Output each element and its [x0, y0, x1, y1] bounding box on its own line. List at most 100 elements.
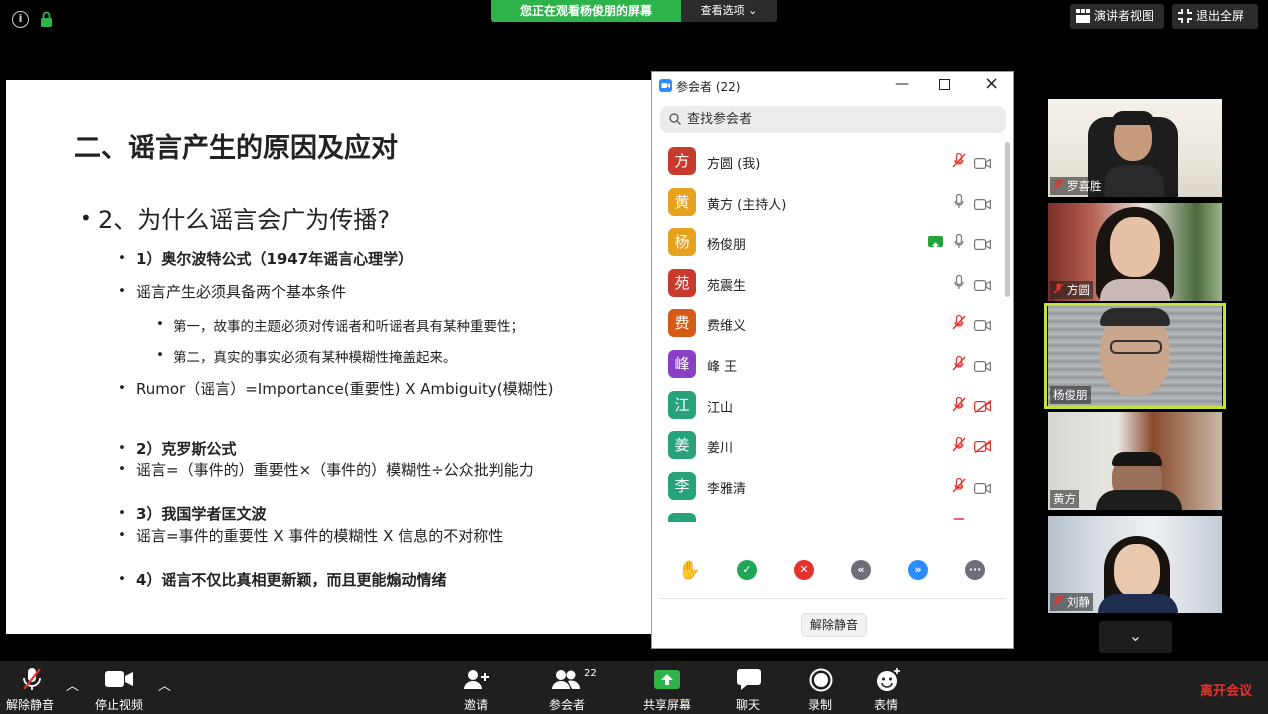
person-hair	[1112, 452, 1162, 466]
participant-name: 苑震生	[707, 278, 747, 294]
tile-name: 罗喜胜	[1067, 179, 1102, 193]
close-icon[interactable]: ×	[984, 73, 999, 94]
exit-fullscreen-label: 退出全屏	[1196, 9, 1245, 23]
avatar: 峰	[668, 350, 696, 378]
video-options-caret[interactable]: ︿	[158, 675, 171, 694]
mic-muted-icon	[952, 396, 966, 416]
video-icon	[974, 235, 991, 254]
exit-fullscreen-button[interactable]: 退出全屏	[1172, 4, 1258, 29]
maximize-icon[interactable]	[939, 79, 950, 90]
divider	[660, 598, 1006, 599]
bullet: •	[118, 505, 126, 521]
video-tile[interactable]: 刘静	[1048, 516, 1222, 613]
participants-button[interactable]: 22 参会者	[546, 661, 602, 714]
unmute-me-button[interactable]: 解除静音	[801, 613, 867, 637]
record-button[interactable]: 录制	[804, 661, 840, 714]
video-camera-icon	[105, 671, 133, 687]
bullet: •	[118, 250, 126, 266]
minimize-icon[interactable]: —	[895, 76, 909, 92]
tile-name: 黄方	[1053, 492, 1076, 506]
speaker-view-label: 演讲者视图	[1094, 9, 1155, 23]
mic-muted-icon	[952, 437, 966, 456]
participant-name: 方圆 (我)	[707, 157, 761, 172]
tile-name-label: 黄方	[1050, 490, 1079, 508]
video-off-icon	[974, 438, 992, 457]
participant-name: 杨俊朋	[707, 238, 747, 254]
screen-sharing-icon	[928, 236, 943, 250]
video-icon	[974, 479, 991, 498]
avatar: 黄	[668, 187, 696, 216]
bullet: •	[118, 461, 126, 477]
person-hair	[1100, 308, 1170, 326]
participant-row[interactable]: 李李雅清	[652, 467, 1002, 507]
stop-video-label: 停止视频	[95, 698, 144, 712]
go-slower-icon[interactable]: «	[851, 560, 871, 580]
speaker-view-icon	[1076, 9, 1090, 23]
reactions-button[interactable]: 表情	[870, 661, 906, 714]
meeting-info-icon[interactable]: i	[12, 11, 29, 28]
participant-row[interactable]: 姜姜川	[652, 426, 1002, 466]
mic-muted-icon	[952, 152, 966, 172]
bullet: •	[156, 316, 164, 332]
mic-icon	[954, 234, 964, 253]
chat-button[interactable]: 聊天	[732, 661, 768, 714]
stop-video-button[interactable]: 停止视频	[92, 661, 148, 714]
video-icon	[974, 357, 991, 376]
video-tile[interactable]: 罗喜胜	[1048, 99, 1222, 197]
tiles-scroll-down-button[interactable]: ⌄	[1099, 621, 1172, 653]
speaker-view-button[interactable]: 演讲者视图	[1070, 4, 1164, 29]
mic-muted-icon	[23, 668, 41, 690]
avatar: 姜	[668, 431, 696, 460]
leave-meeting-button[interactable]: 离开会议	[1200, 680, 1252, 699]
unmute-button[interactable]: 解除静音	[0, 661, 62, 714]
person-body	[1098, 594, 1178, 613]
invite-button[interactable]: 邀请	[458, 661, 498, 714]
panel-title: 参会者 (22)	[676, 80, 741, 94]
video-tile[interactable]: 黄方	[1048, 412, 1222, 510]
lock-icon[interactable]	[40, 11, 53, 28]
audio-options-caret[interactable]: ︿	[66, 675, 79, 694]
participant-row[interactable]: 黄黄方 (主持人)	[652, 183, 1002, 223]
avatar: 江	[668, 390, 696, 419]
participant-name: 费维义	[707, 319, 747, 335]
participants-panel: 参会者 (22) — × 查找参会者 方方圆 (我) 黄黄方 (主持人) 杨杨俊朋苑…	[651, 71, 1014, 649]
mic-muted-icon	[1053, 179, 1064, 193]
share-screen-icon	[654, 670, 680, 689]
person-body	[1100, 279, 1170, 301]
more-icon[interactable]: ···	[965, 560, 985, 580]
participant-row[interactable]: 峰峰 王	[652, 345, 1002, 385]
go-faster-icon[interactable]: »	[908, 560, 928, 580]
shared-slide: 二、谣言产生的原因及应对 • 2、为什么谣言会广为传播? • 1）奥尔波特公式（…	[6, 80, 652, 634]
participants-icon	[552, 670, 580, 689]
bullet: •	[156, 347, 164, 363]
slide-line-8: 3）我国学者匡文波	[136, 505, 267, 523]
search-participants-input[interactable]: 查找参会者	[660, 106, 1006, 133]
bullet: •	[80, 206, 92, 230]
participants-count: 22	[584, 668, 597, 679]
raise-hand-icon[interactable]: ✋	[678, 560, 700, 581]
video-tile[interactable]: 方圆	[1048, 203, 1222, 301]
panel-scrollbar[interactable]	[1005, 142, 1010, 297]
slide-line-5: Rumor（谣言）=Importance(重要性) X Ambiguity(模糊…	[136, 380, 554, 398]
slide-title: 二、谣言产生的原因及应对	[74, 133, 398, 164]
share-screen-button[interactable]: 共享屏幕	[640, 661, 696, 714]
participant-row[interactable]: 江江山	[652, 386, 1002, 426]
participant-row[interactable]: 杨杨俊朋	[652, 223, 1002, 263]
tile-name: 刘静	[1067, 595, 1090, 609]
participant-row[interactable]: 费费维义	[652, 304, 1002, 344]
avatar-partial	[668, 513, 696, 522]
mic-muted-icon	[954, 518, 964, 520]
mic-muted-icon	[952, 355, 966, 375]
participant-row[interactable]: 苑苑震生	[652, 264, 1002, 304]
no-icon[interactable]: ✕	[794, 560, 814, 580]
view-options-button[interactable]: 查看选项 ⌄	[681, 0, 777, 22]
yes-icon[interactable]: ✓	[737, 560, 757, 580]
reactions-label: 表情	[874, 698, 899, 712]
participant-row[interactable]: 方方圆 (我)	[652, 142, 1002, 182]
tile-name-label: 刘静	[1050, 593, 1093, 611]
slide-line-6: 2）克罗斯公式	[136, 440, 237, 458]
video-tile[interactable]: 杨俊朋	[1048, 306, 1222, 406]
search-placeholder: 查找参会者	[687, 112, 753, 127]
slide-line-7: 谣言=（事件的）重要性×（事件的）模糊性÷公众批判能力	[136, 461, 534, 479]
unmute-label: 解除静音	[6, 698, 55, 712]
